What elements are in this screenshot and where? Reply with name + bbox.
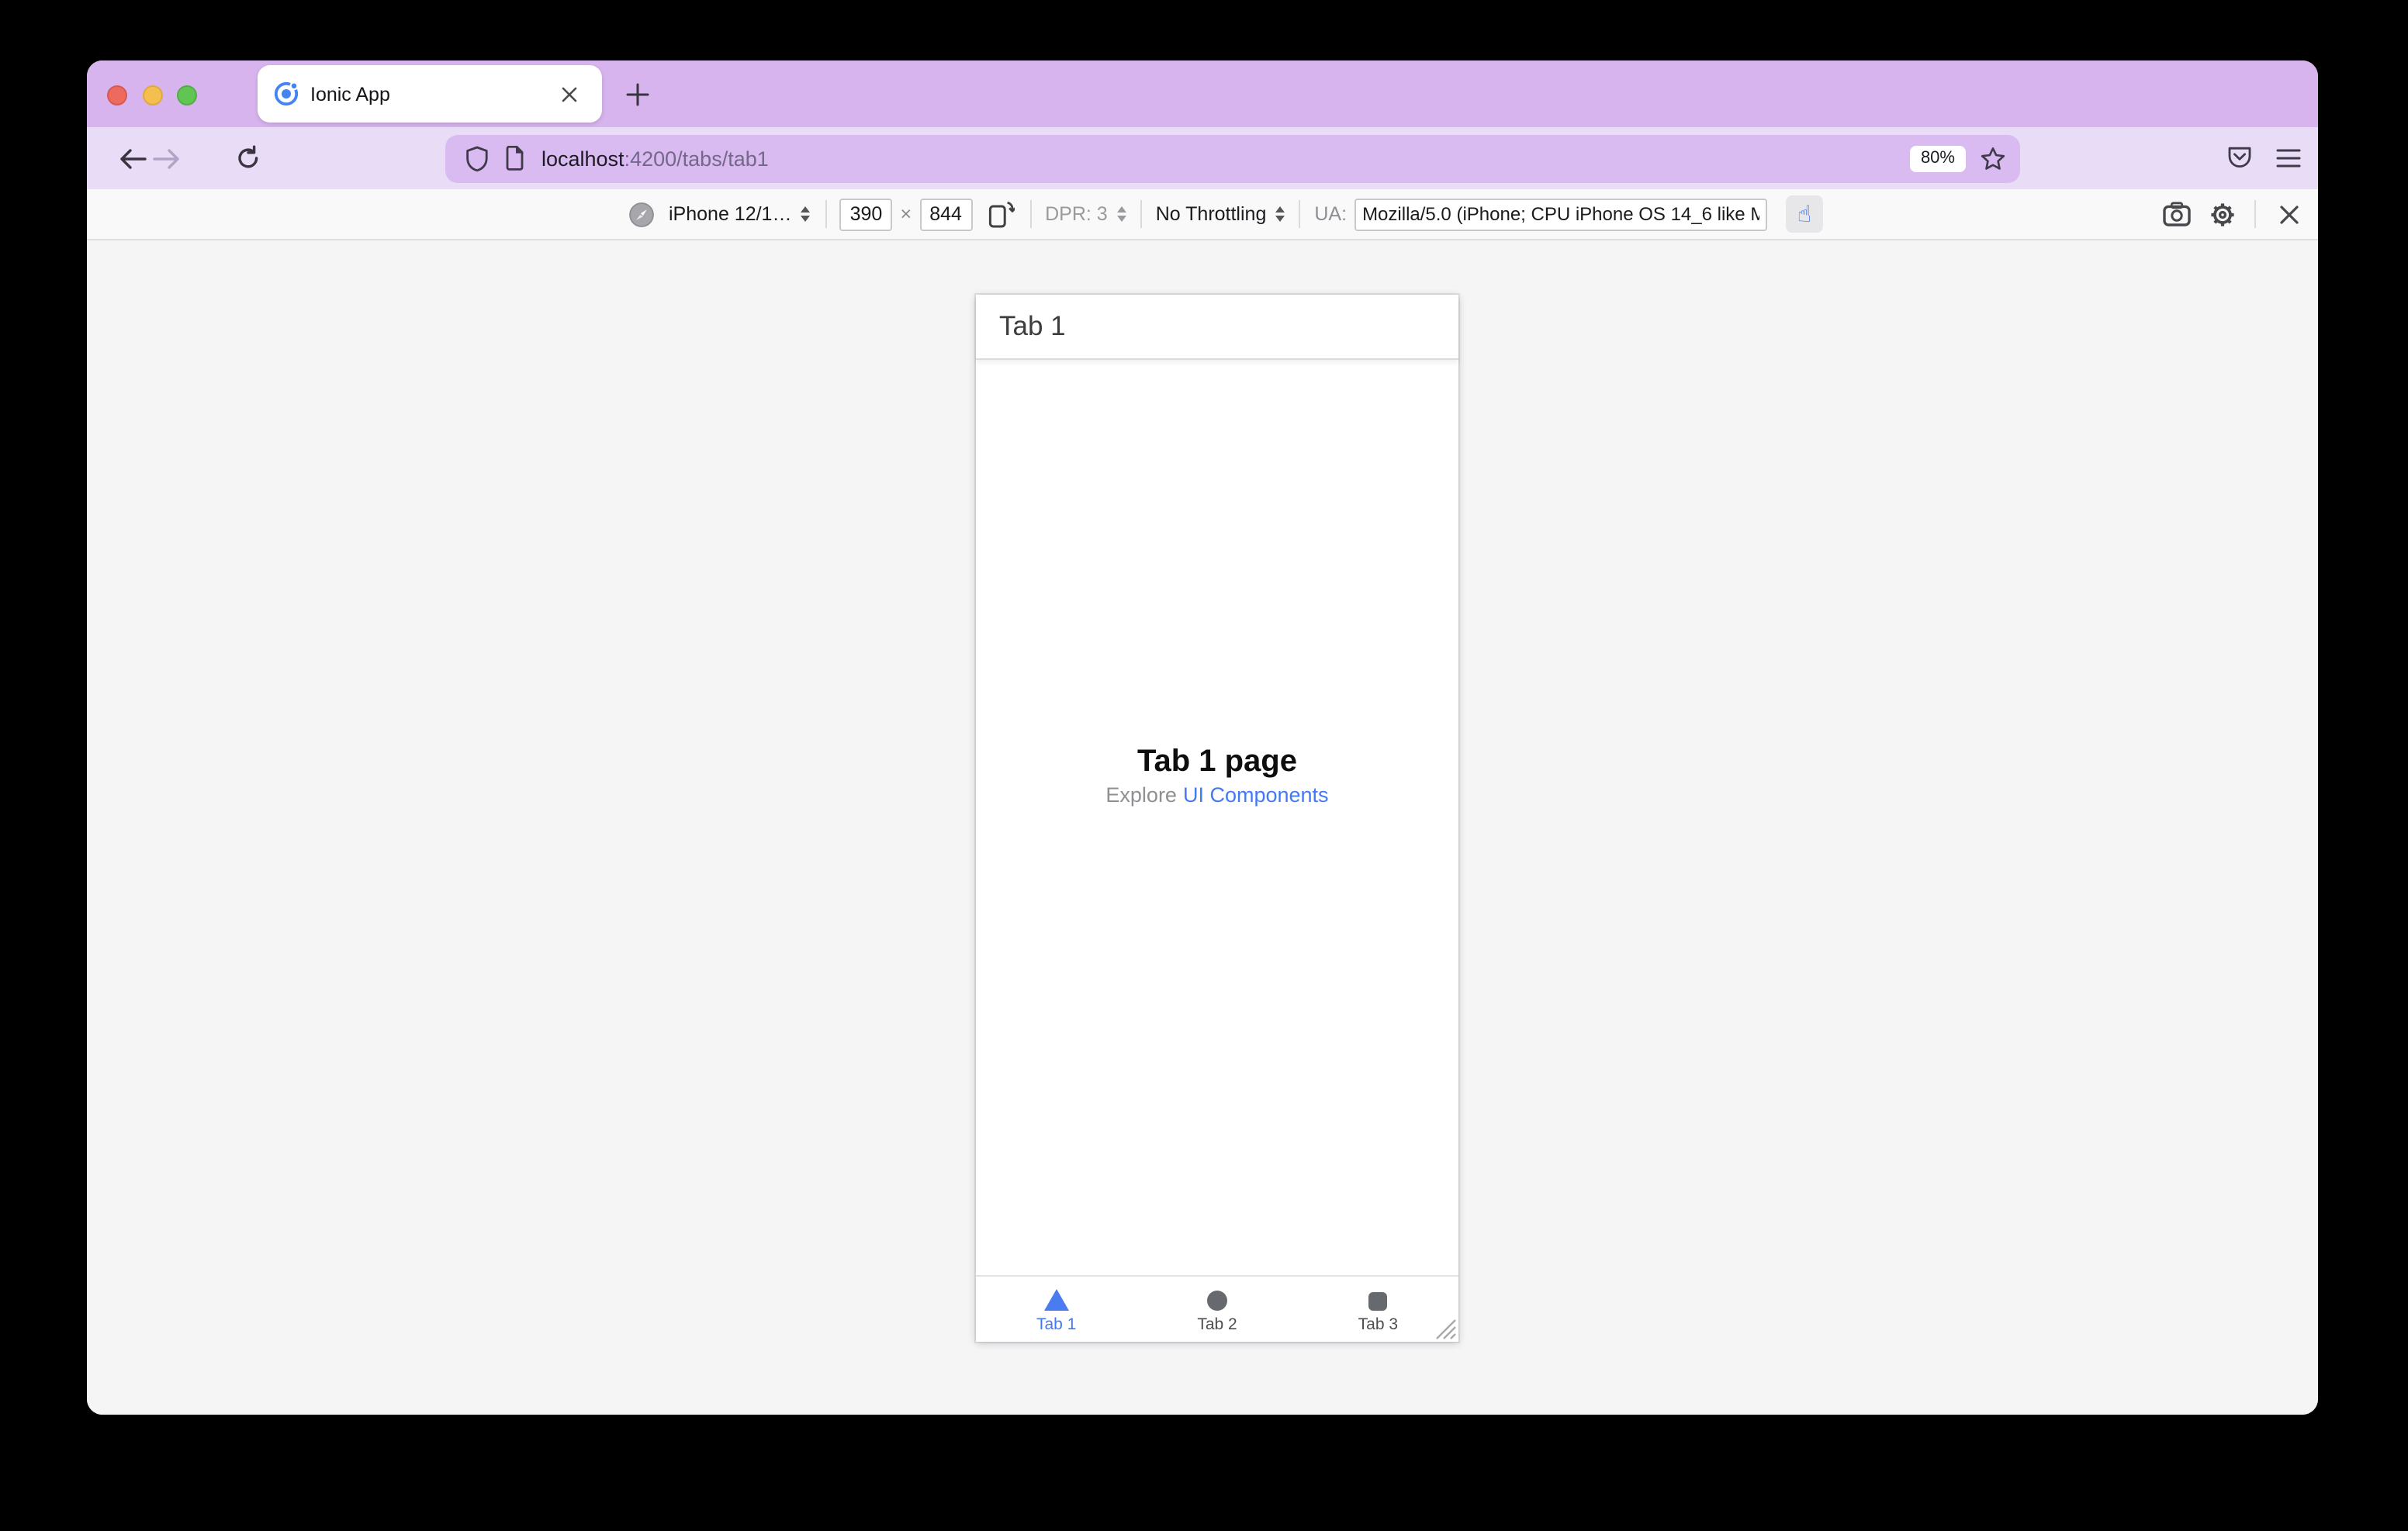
url-path: :4200/tabs/tab1 [624, 147, 769, 170]
viewport-resize-handle[interactable] [1434, 1317, 1457, 1340]
back-arrow-icon [119, 148, 146, 168]
tab-button-1[interactable]: Tab 1 [976, 1277, 1137, 1342]
viewport-width-input[interactable] [839, 198, 893, 230]
gear-icon [2210, 202, 2233, 226]
reload-button[interactable] [233, 143, 264, 174]
app-tab-bar: Tab 1 Tab 2 Tab 3 [976, 1275, 1458, 1342]
close-icon [562, 86, 577, 102]
reload-icon [238, 145, 258, 168]
bookmark-star-icon[interactable] [1980, 145, 2006, 171]
touch-simulation-button[interactable]: ☝ [1786, 195, 1824, 233]
back-button[interactable] [116, 143, 147, 174]
page-title: Tab 1 page [1137, 745, 1297, 779]
ionic-favicon-icon [274, 81, 299, 106]
url-bar[interactable]: localhost:4200/tabs/tab1 80% [445, 134, 2020, 182]
forward-button[interactable] [150, 143, 182, 174]
new-tab-button[interactable] [624, 81, 652, 109]
menu-hamburger-icon[interactable] [2276, 147, 2301, 169]
browser-tab-strip: Ionic App [87, 60, 2318, 127]
page-info-icon[interactable] [504, 146, 524, 171]
tab-button-2[interactable]: Tab 2 [1137, 1277, 1297, 1342]
user-agent-label: UA: [1314, 203, 1348, 225]
separator [825, 200, 828, 228]
close-icon [2279, 205, 2298, 223]
camera-icon [2163, 202, 2191, 226]
dimensions-times-label: × [900, 203, 912, 225]
separator [1299, 200, 1301, 228]
tab-label: Tab 3 [1358, 1315, 1399, 1334]
circle-icon [1207, 1291, 1227, 1311]
rdm-toolbar: iPhone 12/1… × DPR: 3 No Throttling UA: … [87, 189, 2318, 240]
rdm-content-area: Tab 1 Tab 1 page Explore UI Components Ta… [87, 240, 2318, 1415]
tracking-shield-icon[interactable] [465, 145, 489, 171]
ui-components-link[interactable]: UI Components [1183, 783, 1329, 807]
browser-window: Ionic App localhost:4200/tabs/tab1 80% i… [87, 60, 2318, 1415]
tab-close-button[interactable] [554, 78, 585, 109]
pocket-save-icon[interactable] [2226, 144, 2253, 171]
desktop-background: Ionic App localhost:4200/tabs/tab1 80% i… [0, 0, 2408, 1531]
explore-text: Explore [1105, 783, 1177, 807]
separator [2254, 200, 2256, 228]
triangle-icon [1043, 1289, 1069, 1311]
minimize-window-button[interactable] [142, 85, 162, 105]
page-zoom-badge[interactable]: 80% [1909, 145, 1966, 171]
url-host: localhost [541, 147, 624, 170]
zoom-window-button[interactable] [177, 85, 197, 105]
tab-label: Tab 2 [1197, 1315, 1237, 1334]
rotate-viewport-button[interactable] [988, 200, 1015, 228]
separator [1029, 200, 1032, 228]
app-header-title: Tab 1 [999, 310, 1066, 341]
rotate-device-icon [988, 201, 1015, 228]
dpr-stepper-icon[interactable] [1116, 206, 1126, 223]
viewport-height-input[interactable] [919, 198, 973, 230]
rdm-settings-button[interactable] [2203, 195, 2240, 233]
tab-label: Tab 1 [1036, 1315, 1077, 1334]
page-subtitle: Explore UI Components [976, 783, 1458, 807]
throttling-selector[interactable]: No Throttling [1156, 203, 1267, 225]
close-rdm-button[interactable] [2270, 195, 2307, 233]
touch-pointer-icon: ☝ [1797, 199, 1812, 227]
dpr-selector[interactable]: DPR: 3 [1045, 203, 1108, 225]
user-agent-input[interactable] [1354, 198, 1768, 230]
safari-browser-icon [629, 202, 654, 226]
app-header: Tab 1 [976, 295, 1458, 360]
window-controls [107, 85, 197, 105]
throttling-stepper-icon[interactable] [1275, 206, 1285, 223]
device-viewport: Tab 1 Tab 1 page Explore UI Components Ta… [976, 295, 1458, 1342]
browser-navbar: localhost:4200/tabs/tab1 80% [87, 127, 2318, 189]
url-text: localhost:4200/tabs/tab1 [541, 147, 1910, 170]
device-selector-stepper-icon[interactable] [801, 206, 811, 223]
close-window-button[interactable] [107, 85, 127, 105]
square-icon [1368, 1292, 1388, 1311]
tab-title: Ionic App [310, 83, 390, 105]
screenshot-button[interactable] [2158, 195, 2195, 233]
separator [1140, 200, 1142, 228]
forward-arrow-icon [152, 148, 178, 168]
device-selector[interactable]: iPhone 12/1… [669, 203, 791, 225]
browser-tab-ionic-app[interactable]: Ionic App [258, 65, 602, 123]
plus-icon [626, 83, 649, 106]
